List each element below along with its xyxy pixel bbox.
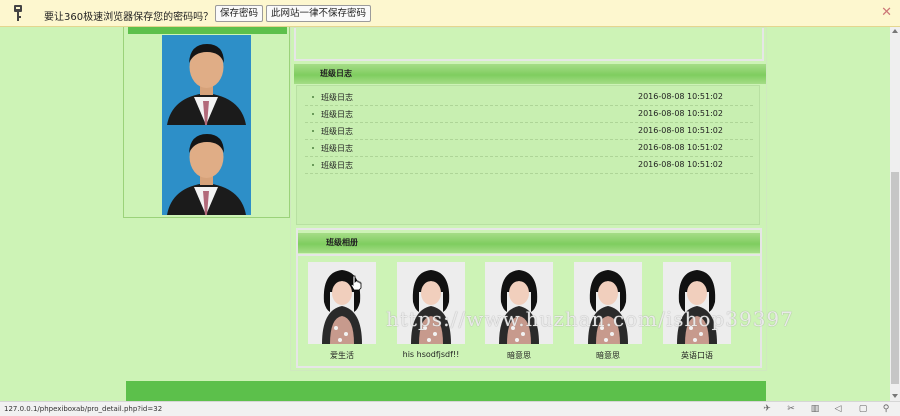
panel-header-bar: [128, 27, 287, 34]
never-save-password-button[interactable]: 此网站一律不保存密码: [266, 5, 372, 22]
hand-cursor-icon: [350, 275, 362, 291]
save-password-button[interactable]: 保存密码: [215, 5, 264, 22]
album-photo[interactable]: [397, 262, 465, 344]
trash-icon[interactable]: ▥: [810, 404, 820, 414]
log-title[interactable]: 班级日志: [321, 143, 353, 154]
id-photo-2: [162, 125, 251, 215]
footer-bar: [126, 381, 766, 401]
bullet-icon: [312, 164, 314, 166]
log-row[interactable]: 班级日志 2016-08-08 10:51:02: [305, 123, 753, 140]
album-section-header: 班级相册: [298, 233, 760, 253]
search-icon[interactable]: ⚲: [881, 404, 891, 414]
screenshot-icon[interactable]: ✂: [786, 404, 796, 414]
album-photo-caption[interactable]: 暗意思: [574, 350, 642, 361]
album-photo[interactable]: [308, 262, 376, 344]
profile-photo-panel: [123, 27, 290, 218]
watermark-text: https://www.huzhan.com/ishop39397: [386, 307, 794, 331]
top-content-box: [294, 28, 764, 61]
album-section-title: 班级相册: [326, 238, 358, 247]
album-photo-caption[interactable]: his hsodfjsdf!!: [397, 350, 465, 359]
bullet-icon: [312, 96, 314, 98]
id-photo-1: [162, 35, 251, 125]
volume-icon[interactable]: ◁: [833, 404, 843, 414]
log-time: 2016-08-08 10:51:02: [638, 92, 723, 101]
bullet-icon: [312, 130, 314, 132]
log-list: 班级日志 2016-08-08 10:51:02 班级日志 2016-08-08…: [296, 85, 760, 225]
pin-icon[interactable]: ✈: [762, 404, 772, 414]
album-photo[interactable]: [485, 262, 553, 344]
album-photo-item[interactable]: 爱生活: [308, 262, 378, 361]
scroll-up-arrow-icon[interactable]: [892, 29, 898, 33]
log-time: 2016-08-08 10:51:02: [638, 126, 723, 135]
zoom-icon[interactable]: ▢: [858, 404, 868, 414]
divider: [298, 254, 760, 256]
album-box: 班级相册 爱生活 his hsodfjsdf!! 暗意思 暗意思 英语口语: [296, 228, 762, 368]
album-photo-caption[interactable]: 爱生活: [308, 350, 376, 361]
log-title[interactable]: 班级日志: [321, 109, 353, 120]
album-photo[interactable]: [574, 262, 642, 344]
log-time: 2016-08-08 10:51:02: [638, 109, 723, 118]
scroll-down-arrow-icon[interactable]: [892, 394, 898, 398]
key-icon: [14, 5, 22, 21]
log-row[interactable]: 班级日志 2016-08-08 10:51:02: [305, 157, 753, 174]
vertical-scrollbar[interactable]: [890, 27, 900, 401]
bullet-icon: [312, 113, 314, 115]
log-title[interactable]: 班级日志: [321, 126, 353, 137]
password-save-message: 要让360极速浏览器保存您的密码吗？: [44, 12, 214, 23]
album-photo-caption[interactable]: 暗意思: [485, 350, 553, 361]
status-bar: 127.0.0.1/phpexiboxab/pro_detail.php?id=…: [0, 401, 900, 416]
log-row[interactable]: 班级日志 2016-08-08 10:51:02: [305, 89, 753, 106]
bullet-icon: [312, 147, 314, 149]
log-section-header: 班级日志: [294, 64, 766, 84]
close-icon[interactable]: ✕: [881, 5, 892, 20]
password-save-bar: 要让360极速浏览器保存您的密码吗？ 保存密码 此网站一律不保存密码 ✕: [0, 0, 900, 27]
album-photo[interactable]: [663, 262, 731, 344]
log-row[interactable]: 班级日志 2016-08-08 10:51:02: [305, 140, 753, 157]
log-row[interactable]: 班级日志 2016-08-08 10:51:02: [305, 106, 753, 123]
log-time: 2016-08-08 10:51:02: [638, 160, 723, 169]
log-section-title: 班级日志: [320, 69, 352, 78]
log-title[interactable]: 班级日志: [321, 160, 353, 171]
album-photo-caption[interactable]: 英语口语: [663, 350, 731, 361]
log-title[interactable]: 班级日志: [321, 92, 353, 103]
log-time: 2016-08-08 10:51:02: [638, 143, 723, 152]
scrollbar-thumb[interactable]: [891, 172, 899, 384]
status-url: 127.0.0.1/phpexiboxab/pro_detail.php?id=…: [4, 405, 163, 413]
